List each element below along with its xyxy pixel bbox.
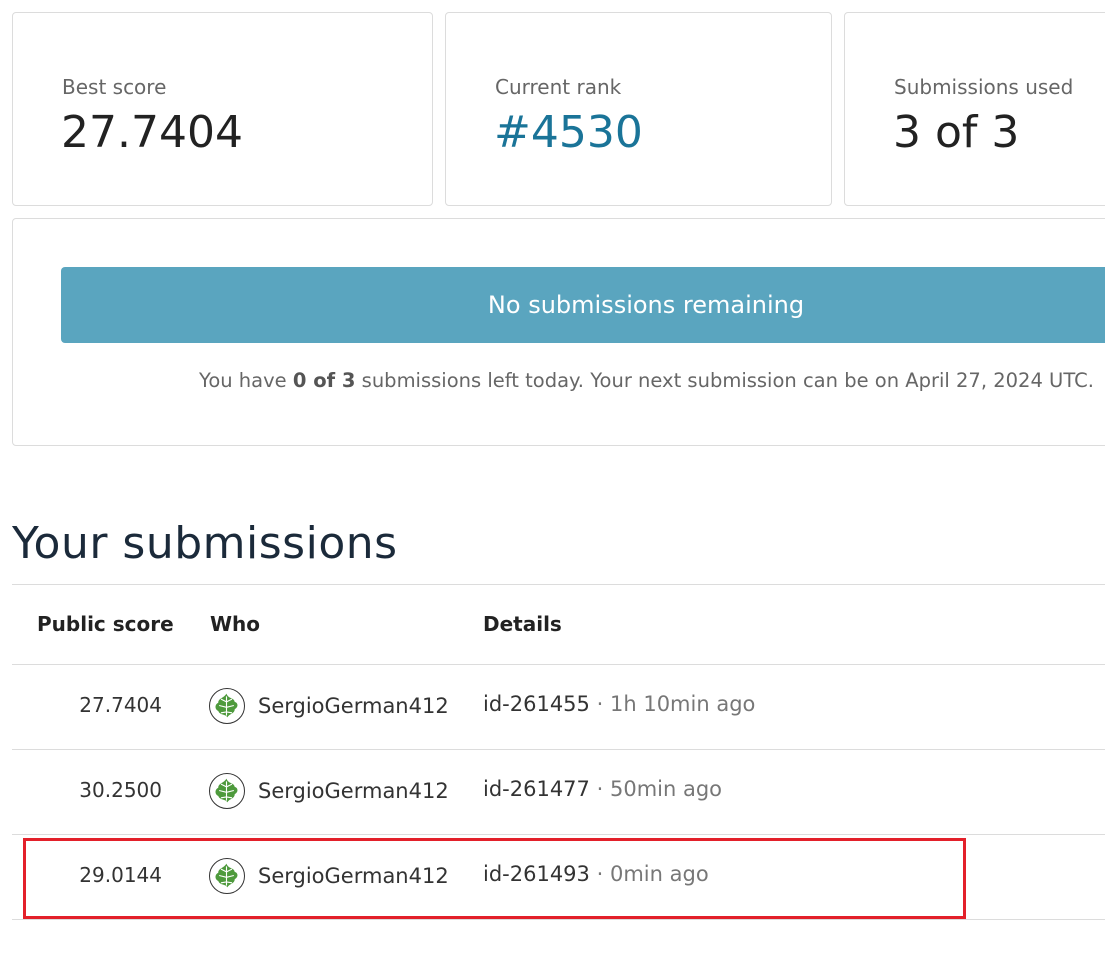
submissions-left-note: You have 0 of 3 submissions left today. …: [199, 369, 1094, 392]
leaf-avatar-icon[interactable]: [209, 773, 245, 809]
row-divider: [12, 919, 1105, 920]
row-who[interactable]: SergioGerman412: [258, 779, 449, 803]
current-rank-card: Current rank #4530: [445, 12, 832, 206]
submissions-used-value: 3 of 3: [893, 107, 1020, 158]
row-details: id-261477 · 50min ago: [483, 777, 722, 801]
table-row: 30.2500 SergioGerman412 id-261477 · 50mi…: [12, 750, 1105, 834]
current-rank-value: #4530: [494, 107, 643, 158]
best-score-label: Best score: [62, 75, 167, 99]
header-public-score[interactable]: Public score: [37, 612, 174, 636]
best-score-card: Best score 27.7404: [12, 12, 433, 206]
table-top-divider: [12, 584, 1105, 585]
header-who: Who: [210, 612, 261, 636]
highlight-box: [23, 838, 966, 919]
submissions-used-card: Submissions used 3 of 3: [844, 12, 1105, 206]
no-submissions-banner: No submissions remaining: [61, 267, 1105, 343]
row-details: id-261455 · 1h 10min ago: [483, 692, 755, 716]
row-score: 30.2500: [79, 778, 162, 802]
details-separator: ·: [596, 692, 604, 716]
submission-time: 50min ago: [609, 777, 723, 801]
current-rank-label: Current rank: [495, 75, 622, 99]
note-prefix: You have: [199, 369, 293, 392]
banner-label: No submissions remaining: [487, 291, 805, 319]
submission-panel: No submissions remaining You have 0 of 3…: [12, 218, 1105, 446]
submissions-used-label: Submissions used: [894, 75, 1074, 99]
section-title: Your submissions: [12, 518, 398, 569]
best-score-value: 27.7404: [61, 107, 243, 158]
row-score: 27.7404: [79, 693, 162, 717]
submission-time: 1h 10min ago: [609, 692, 756, 716]
note-suffix: submissions left today. Your next submis…: [355, 369, 1094, 392]
row-who[interactable]: SergioGerman412: [258, 694, 449, 718]
submission-id[interactable]: id-261455: [483, 692, 590, 716]
table-row: 27.7404 SergioGerman412 id-261455 · 1h 1…: [12, 665, 1105, 749]
leaf-avatar-icon[interactable]: [209, 688, 245, 724]
submission-id[interactable]: id-261477: [483, 777, 590, 801]
details-separator: ·: [596, 777, 604, 801]
header-details: Details: [483, 612, 562, 636]
note-count: 0 of 3: [292, 369, 356, 392]
